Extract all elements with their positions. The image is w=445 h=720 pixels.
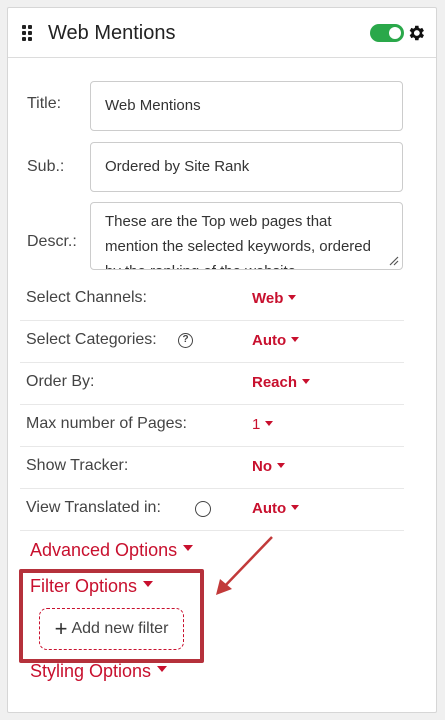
panel-title: Web Mentions	[48, 22, 176, 44]
widget-settings-panel: Web Mentions Title: Web Mentions Sub.: O…	[7, 7, 437, 713]
categories-dropdown[interactable]: Auto	[252, 332, 300, 349]
option-row-max-pages[interactable]: Max number of Pages: 1	[20, 405, 404, 447]
option-row-categories[interactable]: Select Categories: ? Auto	[20, 321, 404, 363]
filter-options-link[interactable]: Filter Options	[30, 576, 154, 597]
option-row-show-tracker[interactable]: Show Tracker: No	[20, 447, 404, 489]
channels-dropdown[interactable]: Web	[252, 290, 297, 307]
caret-down-icon	[277, 462, 285, 468]
option-label: Select Channels:	[26, 289, 147, 306]
option-row-channels[interactable]: Select Channels: Web	[20, 279, 404, 321]
gear-icon[interactable]	[406, 23, 426, 43]
panel-header: Web Mentions	[8, 8, 436, 58]
order-by-dropdown[interactable]: Reach	[252, 374, 311, 391]
drag-handle-icon[interactable]	[22, 25, 32, 41]
caret-down-icon	[288, 294, 297, 300]
enable-toggle[interactable]	[370, 24, 404, 42]
caret-down-icon	[157, 666, 168, 673]
caret-down-icon	[183, 545, 194, 552]
add-filter-label: Add new filter	[71, 620, 169, 637]
translated-dropdown[interactable]: Auto	[252, 500, 300, 517]
title-input[interactable]: Web Mentions	[90, 81, 403, 131]
advanced-options-link[interactable]: Advanced Options	[30, 540, 194, 561]
translate-radio[interactable]	[195, 501, 211, 517]
help-icon[interactable]: ?	[178, 333, 193, 348]
caret-down-icon	[291, 504, 300, 510]
annotation-arrow-icon	[216, 536, 273, 595]
option-row-translated[interactable]: View Translated in: Auto	[20, 489, 404, 531]
styling-options-link[interactable]: Styling Options	[30, 661, 168, 682]
caret-down-icon	[291, 336, 300, 342]
resize-grip-icon[interactable]	[389, 256, 399, 266]
caret-down-icon	[143, 581, 154, 588]
option-label: Order By:	[26, 373, 95, 390]
descr-field-label: Descr.:	[27, 233, 77, 250]
show-tracker-dropdown[interactable]: No	[252, 458, 285, 475]
option-label: Select Categories:	[26, 331, 157, 348]
descr-textarea[interactable]: These are the Top web pages that mention…	[90, 202, 403, 270]
caret-down-icon	[302, 378, 311, 384]
descr-text: These are the Top web pages that mention…	[105, 213, 371, 269]
plus-icon: +	[54, 616, 68, 641]
option-label: Show Tracker:	[26, 457, 129, 474]
max-pages-dropdown[interactable]: 1	[252, 416, 274, 433]
option-row-order-by[interactable]: Order By: Reach	[20, 363, 404, 405]
option-label: Max number of Pages:	[26, 415, 187, 432]
add-filter-button[interactable]: + Add new filter	[39, 608, 184, 650]
title-field-label: Title:	[27, 95, 62, 112]
caret-down-icon	[265, 420, 274, 426]
option-label: View Translated in:	[26, 499, 161, 516]
sub-field-label: Sub.:	[27, 158, 65, 175]
sub-input[interactable]: Ordered by Site Rank	[90, 142, 403, 192]
